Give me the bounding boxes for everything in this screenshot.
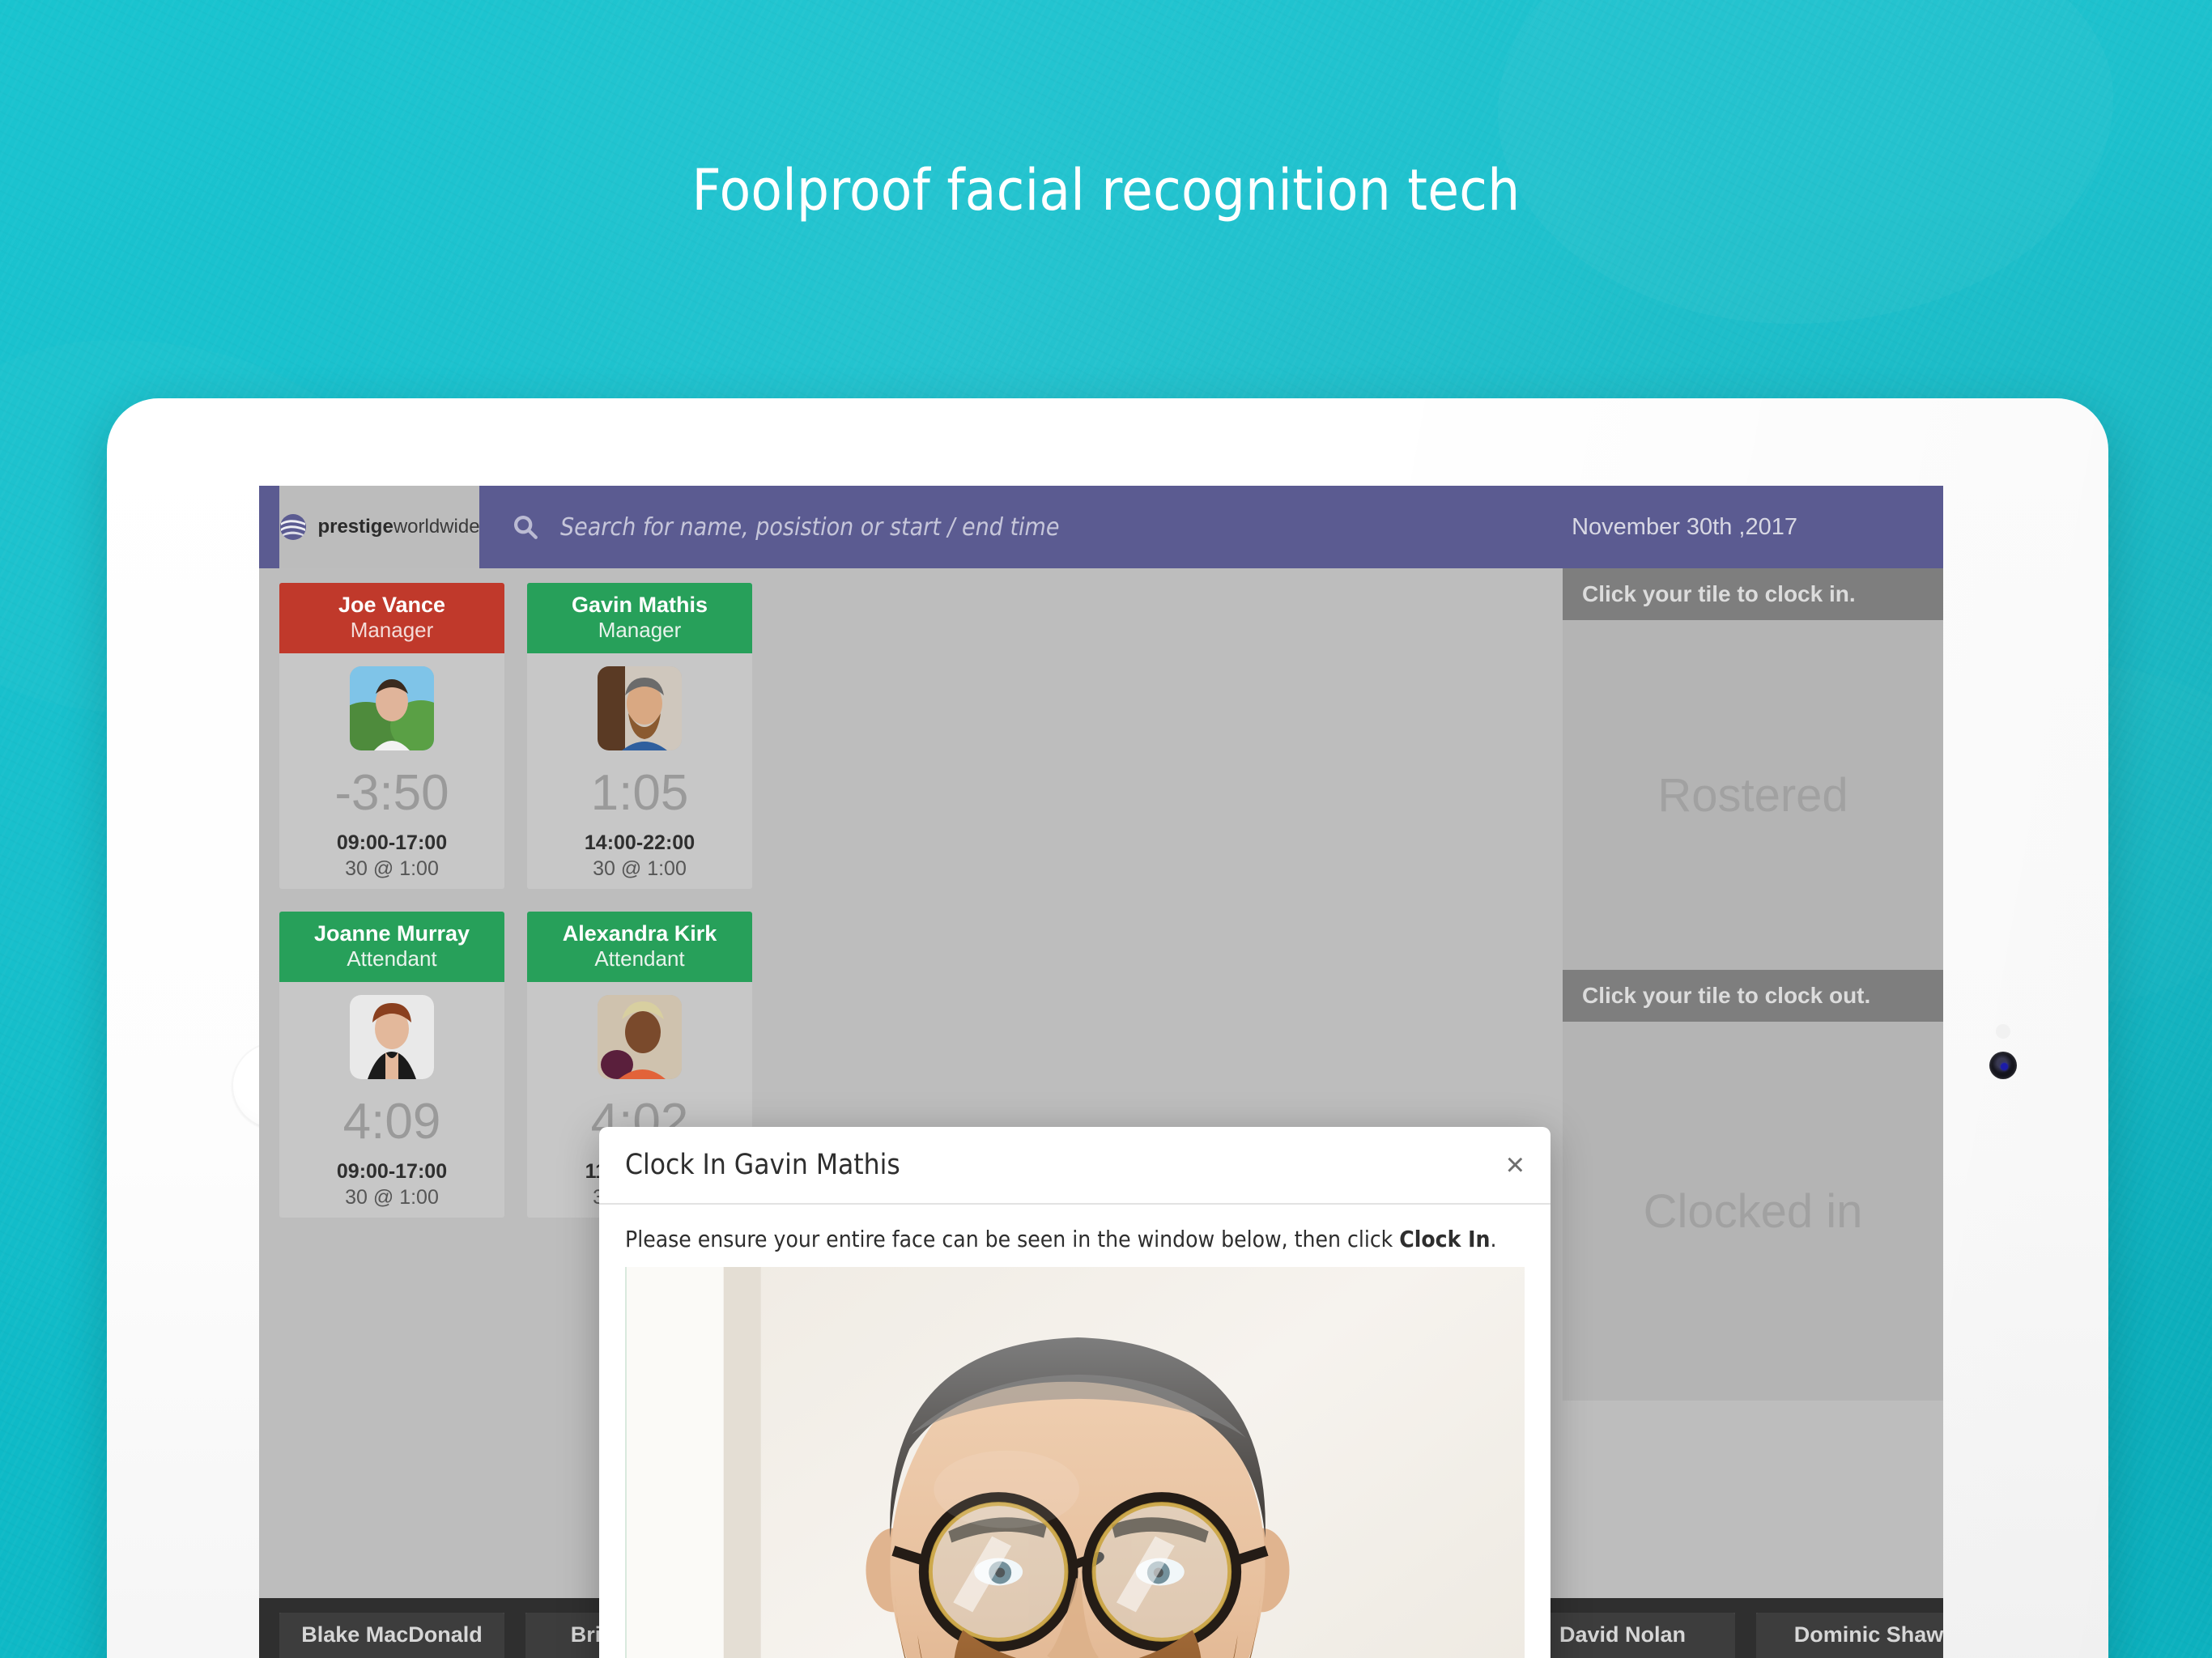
brand-name-light: worldwide [393, 516, 480, 538]
clock-in-instruction-bar: Click your tile to clock in. [1563, 568, 1943, 620]
modal-instruction: Please ensure your entire face can be se… [599, 1205, 1551, 1267]
employee-tile-header: Joanne Murray Attendant [279, 912, 504, 983]
clocked-in-pane: Clocked in [1563, 1022, 1943, 1401]
employee-name: Blake MacDonald [279, 1613, 504, 1658]
modal-instruction-bold: Clock In [1399, 1226, 1491, 1252]
clock-out-instruction-bar: Click your tile to clock out. [1563, 970, 1943, 1022]
tablet-screen: prestigeworldwide November 30th ,2017 [259, 486, 1943, 1658]
employee-tile-body: -3:50 09:00-17:00 30 @ 1:00 [279, 653, 504, 889]
employee-tile[interactable]: Joe Vance Manager -3:50 09:00-17:00 30 @… [279, 583, 504, 889]
avatar [350, 666, 434, 751]
search-input[interactable] [560, 512, 1325, 542]
clocked-in-label: Clocked in [1643, 1184, 1863, 1238]
employee-role: Attendant [594, 946, 685, 971]
employee-role: Manager [598, 617, 682, 642]
avatar [598, 995, 682, 1080]
employee-timer: -3:50 [334, 765, 449, 822]
employee-break: 30 @ 1:00 [593, 857, 687, 881]
brand-name-bold: prestige [317, 516, 393, 538]
camera-preview [625, 1267, 1525, 1658]
employee-tile[interactable]: Gavin Mathis Manager 1:05 14:00-22:00 30… [527, 583, 752, 889]
front-camera-lens-icon [1989, 1052, 2017, 1079]
avatar [598, 666, 682, 751]
tablet-device: prestigeworldwide November 30th ,2017 [107, 398, 2108, 1658]
employee-shift-hours: 09:00-17:00 [336, 1160, 448, 1184]
rostered-label: Rostered [1657, 768, 1848, 822]
header-date: November 30th ,2017 [1572, 513, 1797, 540]
search-bar[interactable] [479, 486, 1325, 568]
employee-timer: 1:05 [590, 765, 689, 822]
status-column: Click your tile to clock in. Rostered Cl… [1563, 568, 1943, 1598]
employee-name: Alexandra Kirk [562, 921, 717, 946]
modal-instruction-prefix: Please ensure your entire face can be se… [625, 1226, 1400, 1252]
employee-break: 30 @ 1:00 [345, 1186, 439, 1209]
modal-instruction-suffix: . [1490, 1226, 1497, 1252]
brand-logo[interactable]: prestigeworldwide [279, 486, 480, 568]
employee-shift-hours: 14:00-22:00 [584, 831, 696, 855]
avatar [350, 995, 434, 1080]
employee-name: Joe Vance [338, 593, 446, 617]
employee-timer: 4:09 [342, 1094, 441, 1150]
close-icon[interactable]: × [1506, 1149, 1525, 1181]
employee-name: Gavin Mathis [571, 593, 708, 617]
rostered-pane: Rostered [1563, 620, 1943, 970]
employee-break: 30 @ 1:00 [345, 857, 439, 881]
list-item[interactable]: Dominic Shaw None published [1756, 1613, 1943, 1658]
employee-tile-body: 1:05 14:00-22:00 30 @ 1:00 [527, 653, 752, 889]
modal-header: Clock In Gavin Mathis × [599, 1127, 1551, 1205]
employee-name: Joanne Murray [313, 921, 470, 946]
clock-in-modal: Clock In Gavin Mathis × Please ensure yo… [599, 1127, 1551, 1658]
brand-name: prestigeworldwide [317, 516, 479, 538]
list-item[interactable]: Blake MacDonald None published [279, 1613, 504, 1658]
app-header: prestigeworldwide November 30th ,2017 [259, 486, 1943, 568]
employee-tile-header: Joe Vance Manager [279, 583, 504, 654]
search-icon [512, 513, 539, 541]
employee-shift-hours: 09:00-17:00 [336, 831, 448, 855]
app-body: Joe Vance Manager -3:50 09:00-17:00 30 @… [259, 568, 1943, 1658]
employee-tile-header: Alexandra Kirk Attendant [527, 912, 752, 983]
employee-role: Attendant [347, 946, 437, 971]
page-headline: Foolproof facial recognition tech [691, 157, 1521, 223]
modal-title: Clock In Gavin Mathis [625, 1149, 900, 1181]
ambient-light-sensor-icon [1996, 1024, 2010, 1039]
employee-name: Dominic Shaw [1756, 1613, 1943, 1658]
employee-tile-header: Gavin Mathis Manager [527, 583, 752, 654]
employee-role: Manager [350, 617, 434, 642]
employee-tile-body: 4:09 09:00-17:00 30 @ 1:00 [279, 982, 504, 1218]
globe-swirl-icon [279, 512, 308, 542]
employee-tile[interactable]: Joanne Murray Attendant 4:09 09:00-17:00… [279, 912, 504, 1218]
